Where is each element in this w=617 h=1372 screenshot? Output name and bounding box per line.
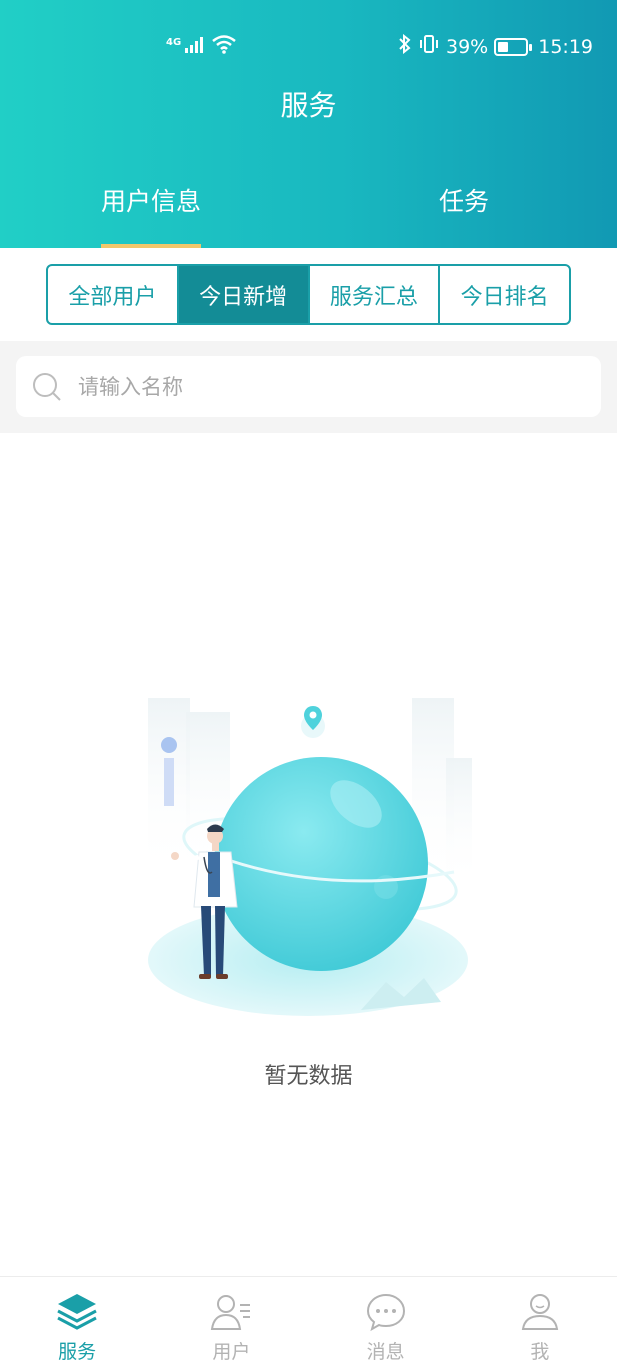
tab-tasks-label: 任务 bbox=[439, 187, 490, 216]
segment-control: 全部用户 今日新增 服务汇总 今日排名 bbox=[46, 264, 571, 325]
nav-item-me[interactable]: 我 bbox=[463, 1277, 617, 1372]
search-icon bbox=[30, 370, 64, 404]
status-left: 4G bbox=[166, 34, 237, 59]
nav-label-users: 用户 bbox=[212, 1341, 251, 1363]
battery-icon bbox=[494, 37, 533, 56]
status-bar: 4G 39% 15:19 bbox=[0, 28, 617, 64]
nav-item-users[interactable]: 用户 bbox=[154, 1277, 308, 1372]
tab-user-info[interactable]: 用户信息 bbox=[101, 182, 202, 248]
search-input[interactable] bbox=[78, 374, 558, 399]
empty-illustration bbox=[136, 692, 481, 1032]
tab-tasks[interactable]: 任务 bbox=[439, 182, 489, 248]
nav-item-messages[interactable]: 消息 bbox=[309, 1277, 463, 1372]
top-tabs: 用户信息 任务 bbox=[0, 182, 617, 248]
bottom-nav: 服务 用户 消息 我 bbox=[0, 1276, 617, 1372]
segment-all-users[interactable]: 全部用户 bbox=[48, 266, 179, 323]
signal-icon bbox=[185, 35, 207, 58]
clock: 15:19 bbox=[538, 35, 593, 58]
empty-state-text: 暂无数据 bbox=[264, 1064, 353, 1089]
vibrate-icon bbox=[418, 34, 440, 59]
nav-item-service[interactable]: 服务 bbox=[0, 1277, 154, 1372]
header: 4G 39% 15:19 服务 用户信息 任务 bbox=[0, 0, 617, 248]
search-box[interactable] bbox=[16, 356, 601, 417]
segment-today-new[interactable]: 今日新增 bbox=[178, 266, 310, 323]
network-label: 4G bbox=[166, 37, 182, 48]
battery-fill bbox=[498, 41, 509, 52]
layers-icon bbox=[55, 1291, 99, 1333]
segment-service-summary[interactable]: 服务汇总 bbox=[310, 266, 441, 323]
profile-icon bbox=[518, 1291, 562, 1333]
status-right: 39% 15:19 bbox=[398, 33, 593, 59]
user-list-icon bbox=[209, 1291, 253, 1333]
page-title: 服务 bbox=[280, 89, 337, 122]
wifi-icon bbox=[211, 34, 237, 59]
bluetooth-icon bbox=[398, 33, 412, 59]
nav-label-service: 服务 bbox=[58, 1341, 97, 1363]
chat-bubble-icon bbox=[364, 1291, 408, 1333]
nav-label-me: 我 bbox=[530, 1341, 550, 1363]
battery-percent: 39% bbox=[446, 35, 489, 58]
nav-label-messages: 消息 bbox=[366, 1341, 405, 1363]
tab-user-info-label: 用户信息 bbox=[101, 187, 202, 216]
search-area bbox=[0, 341, 617, 433]
segment-today-ranking[interactable]: 今日排名 bbox=[440, 266, 569, 323]
